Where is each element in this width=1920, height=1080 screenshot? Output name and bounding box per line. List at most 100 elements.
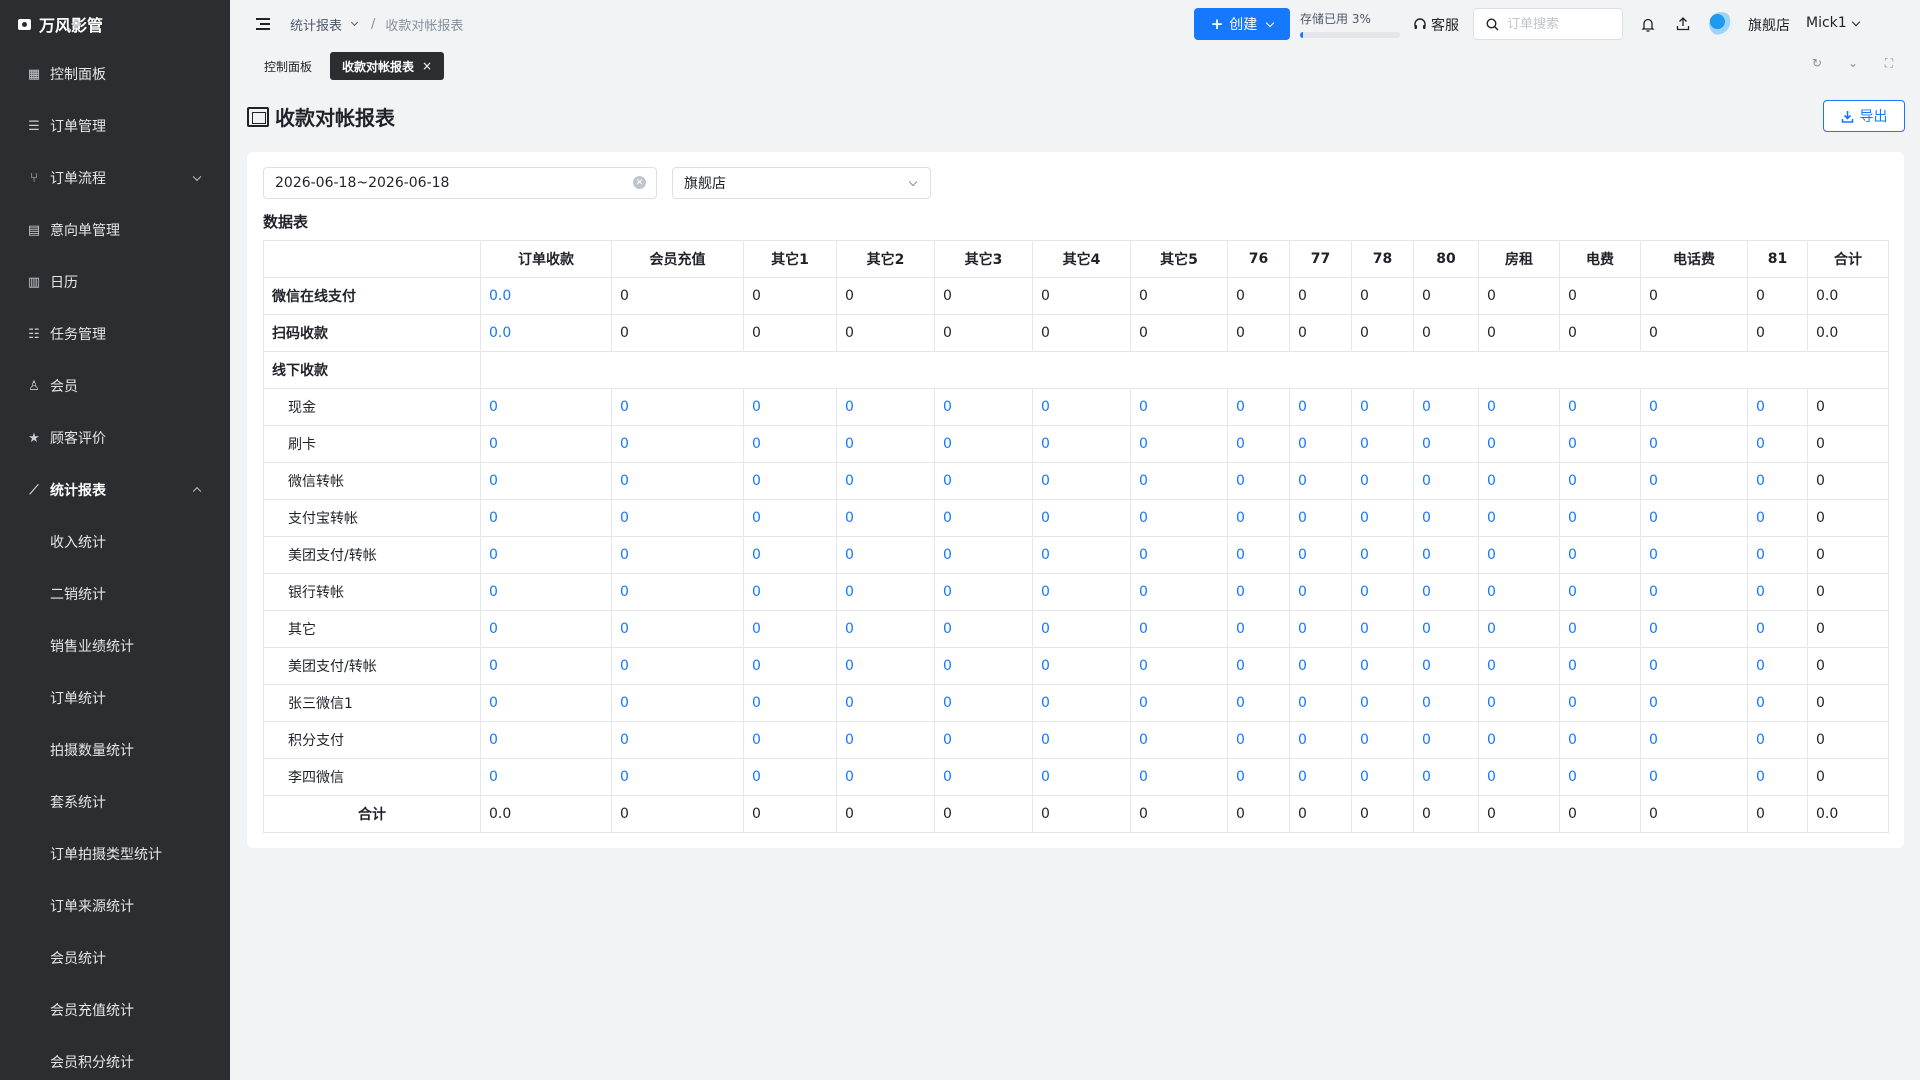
amount-link[interactable]: 0 [934,721,1033,759]
sidebar-subitem[interactable]: 销售业绩统计 [0,620,230,672]
amount-link[interactable]: 0 [1130,462,1228,500]
sidebar-item[interactable]: ★ 顾客评价 [0,412,230,464]
amount-link[interactable]: 0 [1478,536,1560,574]
amount-link[interactable]: 0 [1032,425,1131,463]
search-input[interactable] [1507,16,1607,32]
amount-link[interactable]: 0 [1747,536,1808,574]
amount-link[interactable]: 0 [1289,610,1352,648]
amount-link[interactable]: 0 [1747,758,1808,796]
amount-link[interactable]: 0.0 [480,314,612,352]
amount-link[interactable]: 0 [1227,536,1290,574]
amount-link[interactable]: 0 [1413,499,1479,537]
amount-link[interactable]: 0 [480,721,612,759]
amount-link[interactable]: 0.0 [480,277,612,315]
amount-link[interactable]: 0 [836,425,935,463]
amount-link[interactable]: 0 [836,647,935,685]
amount-link[interactable]: 0 [1413,610,1479,648]
amount-link[interactable]: 0 [1559,610,1641,648]
tab-payment-report[interactable]: 收款对帐报表 × [330,52,445,80]
amount-link[interactable]: 0 [743,388,837,426]
amount-link[interactable]: 0 [743,610,837,648]
amount-link[interactable]: 0 [934,499,1033,537]
amount-link[interactable]: 0 [1559,462,1641,500]
amount-link[interactable]: 0 [1032,462,1131,500]
amount-link[interactable]: 0 [1478,758,1560,796]
amount-link[interactable]: 0 [1747,499,1808,537]
amount-link[interactable]: 0 [1227,610,1290,648]
amount-link[interactable]: 0 [611,425,744,463]
amount-link[interactable]: 0 [480,647,612,685]
sidebar-item[interactable]: ☰ 订单管理 [0,100,230,152]
amount-link[interactable]: 0 [1289,758,1352,796]
amount-link[interactable]: 0 [1032,610,1131,648]
amount-link[interactable]: 0 [1227,388,1290,426]
date-range-picker[interactable]: 2026-06-18~2026-06-18 ✕ [263,167,657,199]
amount-link[interactable]: 0 [1130,684,1228,722]
amount-link[interactable]: 0 [1559,647,1641,685]
amount-link[interactable]: 0 [1032,647,1131,685]
chevron-down-icon[interactable]: ⌄ [1844,56,1862,71]
amount-link[interactable]: 0 [1747,425,1808,463]
support-button[interactable]: 客服 [1413,15,1459,35]
amount-link[interactable]: 0 [1289,388,1352,426]
avatar[interactable] [1709,12,1733,36]
amount-link[interactable]: 0 [611,573,744,611]
breadcrumb-parent[interactable]: 统计报表 [290,15,342,34]
amount-link[interactable]: 0 [1640,610,1748,648]
amount-link[interactable]: 0 [1559,758,1641,796]
amount-link[interactable]: 0 [743,425,837,463]
amount-link[interactable]: 0 [934,573,1033,611]
amount-link[interactable]: 0 [1351,721,1414,759]
amount-link[interactable]: 0 [611,536,744,574]
sidebar-subitem[interactable]: 会员充值统计 [0,984,230,1036]
amount-link[interactable]: 0 [1413,388,1479,426]
amount-link[interactable]: 0 [1413,462,1479,500]
amount-link[interactable]: 0 [1640,684,1748,722]
amount-link[interactable]: 0 [1351,536,1414,574]
close-icon[interactable]: × [422,59,432,73]
sidebar-item[interactable]: ♙ 会员 [0,360,230,412]
amount-link[interactable]: 0 [1478,388,1560,426]
amount-link[interactable]: 0 [480,462,612,500]
sidebar-subitem[interactable]: 套系统计 [0,776,230,828]
fullscreen-icon[interactable]: ⛶ [1880,56,1898,71]
amount-link[interactable]: 0 [1559,425,1641,463]
amount-link[interactable]: 0 [1227,647,1290,685]
amount-link[interactable]: 0 [1227,573,1290,611]
amount-link[interactable]: 0 [1559,573,1641,611]
amount-link[interactable]: 0 [1478,573,1560,611]
amount-link[interactable]: 0 [1130,573,1228,611]
sidebar-item[interactable]: ▥ 日历 [0,256,230,308]
amount-link[interactable]: 0 [1227,758,1290,796]
amount-link[interactable]: 0 [934,647,1033,685]
export-button[interactable]: 导出 [1823,100,1905,132]
amount-link[interactable]: 0 [1559,536,1641,574]
amount-link[interactable]: 0 [836,684,935,722]
amount-link[interactable]: 0 [743,499,837,537]
amount-link[interactable]: 0 [836,573,935,611]
amount-link[interactable]: 0 [1640,462,1748,500]
amount-link[interactable]: 0 [1478,462,1560,500]
amount-link[interactable]: 0 [1478,684,1560,722]
sidebar-item[interactable]: ⟋ 统计报表 [0,464,230,516]
amount-link[interactable]: 0 [611,388,744,426]
amount-link[interactable]: 0 [1413,721,1479,759]
create-button[interactable]: + 创建 [1194,8,1290,40]
amount-link[interactable]: 0 [611,462,744,500]
amount-link[interactable]: 0 [480,610,612,648]
amount-link[interactable]: 0 [480,388,612,426]
amount-link[interactable]: 0 [1227,721,1290,759]
clear-icon[interactable]: ✕ [633,176,646,189]
amount-link[interactable]: 0 [1351,758,1414,796]
sidebar-subitem[interactable]: 会员积分统计 [0,1036,230,1080]
amount-link[interactable]: 0 [743,758,837,796]
amount-link[interactable]: 0 [1130,536,1228,574]
sidebar-subitem[interactable]: 二销统计 [0,568,230,620]
amount-link[interactable]: 0 [1640,647,1748,685]
amount-link[interactable]: 0 [480,684,612,722]
amount-link[interactable]: 0 [1478,499,1560,537]
amount-link[interactable]: 0 [1559,684,1641,722]
amount-link[interactable]: 0 [1289,684,1352,722]
amount-link[interactable]: 0 [1032,388,1131,426]
amount-link[interactable]: 0 [836,610,935,648]
